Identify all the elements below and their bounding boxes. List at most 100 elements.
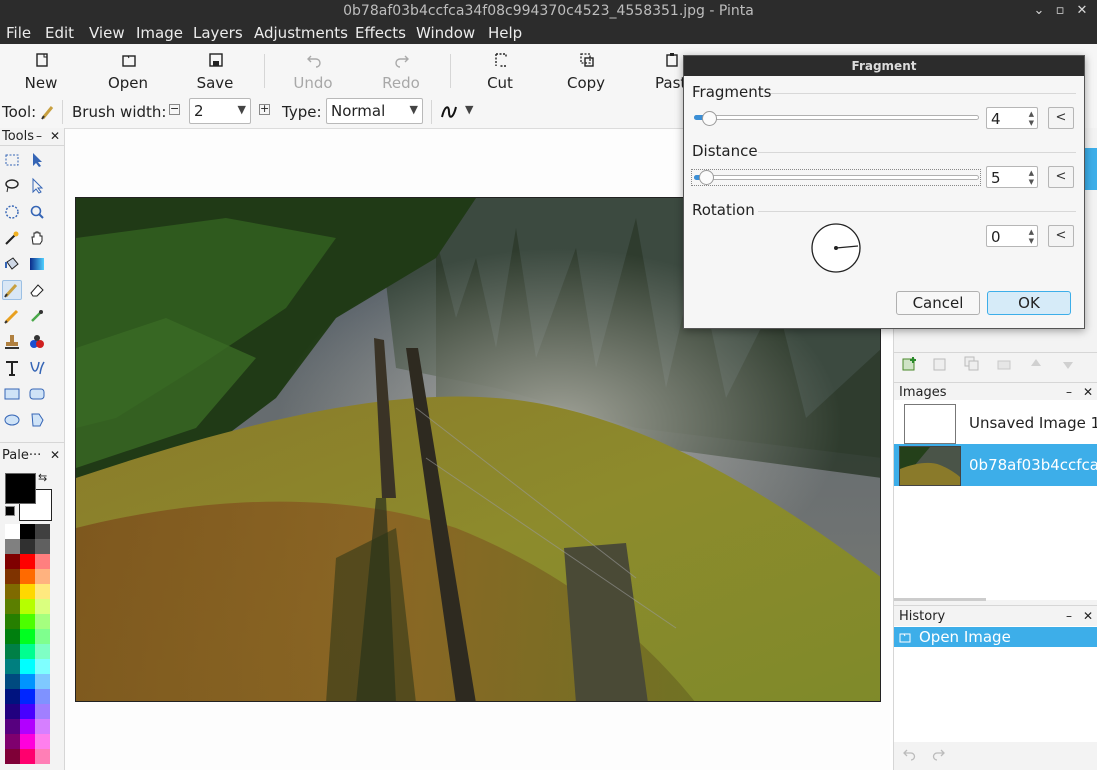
increase-brush-button[interactable]: + bbox=[259, 103, 270, 115]
cancel-button[interactable]: Cancel bbox=[896, 291, 980, 315]
fragments-slider-track[interactable] bbox=[694, 115, 979, 120]
palette-swatch[interactable] bbox=[5, 704, 20, 719]
palette-swatch[interactable] bbox=[5, 689, 20, 704]
menu-layers[interactable]: Layers bbox=[193, 24, 243, 42]
palette-panel-close[interactable]: ✕ bbox=[50, 448, 60, 462]
menu-adjustments[interactable]: Adjustments bbox=[254, 24, 348, 42]
palette-swatch[interactable] bbox=[35, 539, 50, 554]
recolor-tool[interactable] bbox=[27, 332, 47, 352]
reset-colors-icon[interactable] bbox=[5, 506, 15, 516]
history-undo-icon[interactable] bbox=[902, 748, 916, 762]
spin-down-icon[interactable]: ▼ bbox=[1029, 178, 1034, 186]
palette-swatch[interactable] bbox=[20, 524, 35, 539]
palette-swatch[interactable] bbox=[5, 539, 20, 554]
palette-swatch[interactable] bbox=[5, 734, 20, 749]
palette-swatch[interactable] bbox=[5, 614, 20, 629]
spin-up-icon[interactable]: ▲ bbox=[1029, 228, 1034, 236]
tools-panel-close[interactable]: ✕ bbox=[50, 129, 60, 143]
swap-colors-icon[interactable]: ⇆ bbox=[38, 471, 47, 484]
palette-swatch[interactable] bbox=[35, 524, 50, 539]
undo-button[interactable]: Undo bbox=[278, 44, 348, 96]
palette-swatch[interactable] bbox=[35, 569, 50, 584]
rotation-dial[interactable] bbox=[810, 222, 862, 274]
maximize-button[interactable]: ▫ bbox=[1051, 2, 1069, 20]
palette-swatch[interactable] bbox=[20, 599, 35, 614]
new-button[interactable]: New bbox=[6, 44, 76, 96]
palette-swatch[interactable] bbox=[20, 584, 35, 599]
palette-swatch[interactable] bbox=[5, 674, 20, 689]
palette-swatch[interactable] bbox=[20, 554, 35, 569]
palette-swatch[interactable] bbox=[20, 749, 35, 764]
rounded-rectangle-tool[interactable] bbox=[27, 384, 47, 404]
fragments-spinbox[interactable]: 4 ▲ ▼ bbox=[986, 107, 1038, 129]
history-panel-close[interactable]: ✕ bbox=[1083, 609, 1093, 623]
rotation-spinbox[interactable]: 0 ▲ ▼ bbox=[986, 225, 1038, 247]
distance-spinbox[interactable]: 5 ▲ ▼ bbox=[986, 166, 1038, 188]
magic-wand-tool[interactable] bbox=[2, 228, 22, 248]
palette-swatch[interactable] bbox=[5, 554, 20, 569]
image-item[interactable]: Unsaved Image 1 bbox=[894, 402, 1097, 444]
text-tool[interactable] bbox=[2, 358, 22, 378]
palette-swatch[interactable] bbox=[5, 719, 20, 734]
palette-swatch[interactable] bbox=[5, 659, 20, 674]
spin-up-icon[interactable]: ▲ bbox=[1029, 169, 1034, 177]
palette-swatch[interactable] bbox=[35, 599, 50, 614]
copy-button[interactable]: Copy bbox=[551, 44, 621, 96]
palette-swatch[interactable] bbox=[5, 569, 20, 584]
move-layer-down-icon[interactable] bbox=[1060, 356, 1076, 372]
distance-slider-track[interactable] bbox=[694, 175, 979, 180]
delete-layer-icon[interactable] bbox=[932, 356, 948, 372]
history-redo-icon[interactable] bbox=[932, 748, 946, 762]
minimize-button[interactable]: ⌄ bbox=[1030, 2, 1048, 20]
distance-reset-button[interactable]: < bbox=[1048, 166, 1074, 188]
palette-swatch[interactable] bbox=[20, 539, 35, 554]
palette-swatch[interactable] bbox=[20, 704, 35, 719]
menu-view[interactable]: View bbox=[89, 24, 125, 42]
duplicate-layer-icon[interactable] bbox=[964, 356, 980, 372]
palette-swatch[interactable] bbox=[20, 719, 35, 734]
palette-swatch[interactable] bbox=[5, 524, 20, 539]
fragments-reset-button[interactable]: < bbox=[1048, 107, 1074, 129]
palette-swatch[interactable] bbox=[5, 584, 20, 599]
images-scrollbar[interactable] bbox=[894, 598, 986, 601]
menu-window[interactable]: Window bbox=[416, 24, 475, 42]
palette-swatch[interactable] bbox=[35, 554, 50, 569]
line-curve-tool[interactable] bbox=[27, 358, 47, 378]
spin-down-icon[interactable]: ▼ bbox=[1029, 119, 1034, 127]
palette-swatch[interactable] bbox=[5, 644, 20, 659]
palette-swatch[interactable] bbox=[20, 689, 35, 704]
ok-button[interactable]: OK bbox=[987, 291, 1071, 315]
palette-swatch[interactable] bbox=[35, 719, 50, 734]
palette-swatch[interactable] bbox=[35, 614, 50, 629]
eraser-tool[interactable] bbox=[27, 280, 47, 300]
tools-panel-minimize[interactable]: – bbox=[36, 129, 42, 143]
spin-down-icon[interactable]: ▼ bbox=[1029, 237, 1034, 245]
palette-swatch[interactable] bbox=[35, 629, 50, 644]
history-panel-minimize[interactable]: – bbox=[1066, 609, 1072, 623]
move-layer-up-icon[interactable] bbox=[1028, 356, 1044, 372]
paintbrush-tool[interactable] bbox=[2, 280, 22, 300]
image-item-selected[interactable]: 0b78af03b4ccfca34 bbox=[894, 444, 1097, 486]
ellipse-select-tool[interactable] bbox=[2, 202, 22, 222]
palette-swatch[interactable] bbox=[5, 749, 20, 764]
paste-button[interactable]: Past bbox=[634, 44, 686, 96]
color-picker-tool[interactable] bbox=[27, 306, 47, 326]
decrease-brush-button[interactable]: − bbox=[169, 103, 180, 115]
palette-swatch[interactable] bbox=[20, 614, 35, 629]
pencil-tool[interactable] bbox=[2, 306, 22, 326]
merge-layer-icon[interactable] bbox=[996, 356, 1012, 372]
menu-edit[interactable]: Edit bbox=[45, 24, 74, 42]
rectangle-select-tool[interactable] bbox=[2, 150, 22, 170]
move-selection-tool[interactable] bbox=[27, 176, 47, 196]
antialiasing-dropdown-icon[interactable]: ▼ bbox=[465, 103, 473, 116]
spin-up-icon[interactable]: ▲ bbox=[1029, 110, 1034, 118]
antialiasing-icon[interactable] bbox=[440, 103, 458, 121]
pan-tool[interactable] bbox=[27, 228, 47, 248]
rectangle-tool[interactable] bbox=[2, 384, 22, 404]
palette-swatch[interactable] bbox=[35, 659, 50, 674]
menu-image[interactable]: Image bbox=[136, 24, 183, 42]
images-panel-minimize[interactable]: – bbox=[1066, 385, 1072, 399]
palette-swatch[interactable] bbox=[20, 659, 35, 674]
paint-bucket-tool[interactable] bbox=[2, 254, 22, 274]
images-panel-close[interactable]: ✕ bbox=[1083, 385, 1093, 399]
